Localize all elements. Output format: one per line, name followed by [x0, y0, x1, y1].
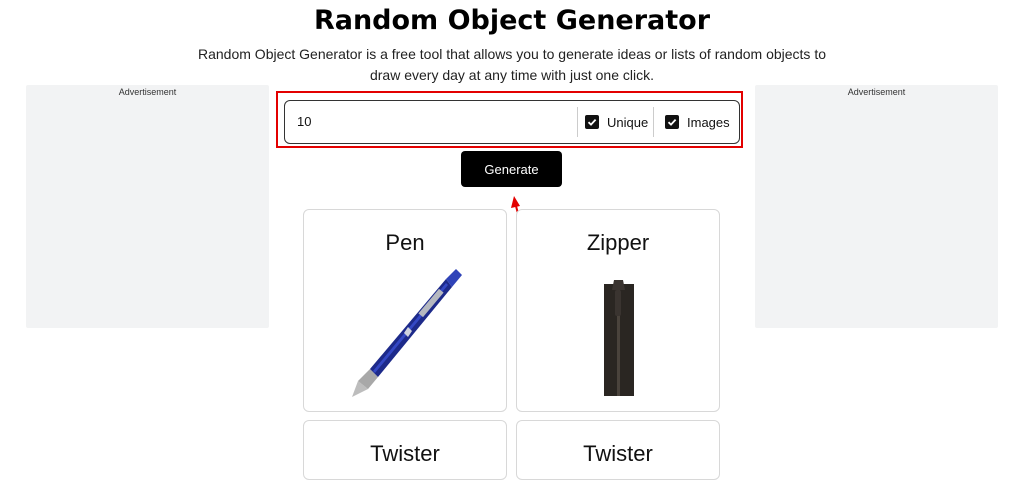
- zipper-image: [604, 280, 634, 396]
- options-bar: 10 Unique Images: [284, 100, 740, 144]
- checkmark-icon: [667, 118, 677, 126]
- result-card[interactable]: Twister: [516, 420, 720, 480]
- divider: [577, 107, 578, 137]
- result-name: Twister: [370, 441, 440, 466]
- unique-option[interactable]: Unique: [585, 101, 648, 143]
- images-option[interactable]: Images: [665, 101, 730, 143]
- advertisement-right[interactable]: Advertisement: [755, 85, 998, 328]
- images-label: Images: [687, 114, 730, 130]
- advertisement-label: Advertisement: [847, 87, 906, 97]
- checkmark-icon: [587, 118, 597, 126]
- unique-label: Unique: [607, 114, 649, 130]
- images-checkbox[interactable]: [665, 115, 679, 129]
- result-card[interactable]: Zipper: [516, 209, 720, 412]
- page-title: Random Object Generator: [313, 5, 711, 36]
- page-description: Random Object Generator is a free tool t…: [198, 46, 826, 83]
- advertisement-label: Advertisement: [118, 87, 177, 97]
- result-name: Twister: [583, 441, 653, 466]
- result-card[interactable]: Twister: [303, 420, 507, 480]
- pen-image: [352, 269, 462, 397]
- result-card[interactable]: Pen: [303, 209, 507, 412]
- result-name: Pen: [385, 230, 425, 255]
- quantity-input[interactable]: 10: [297, 101, 311, 143]
- advertisement-left[interactable]: Advertisement: [26, 85, 269, 328]
- generate-button[interactable]: Generate: [461, 151, 562, 187]
- result-name: Zipper: [586, 230, 650, 255]
- unique-checkbox[interactable]: [585, 115, 599, 129]
- divider: [653, 107, 654, 137]
